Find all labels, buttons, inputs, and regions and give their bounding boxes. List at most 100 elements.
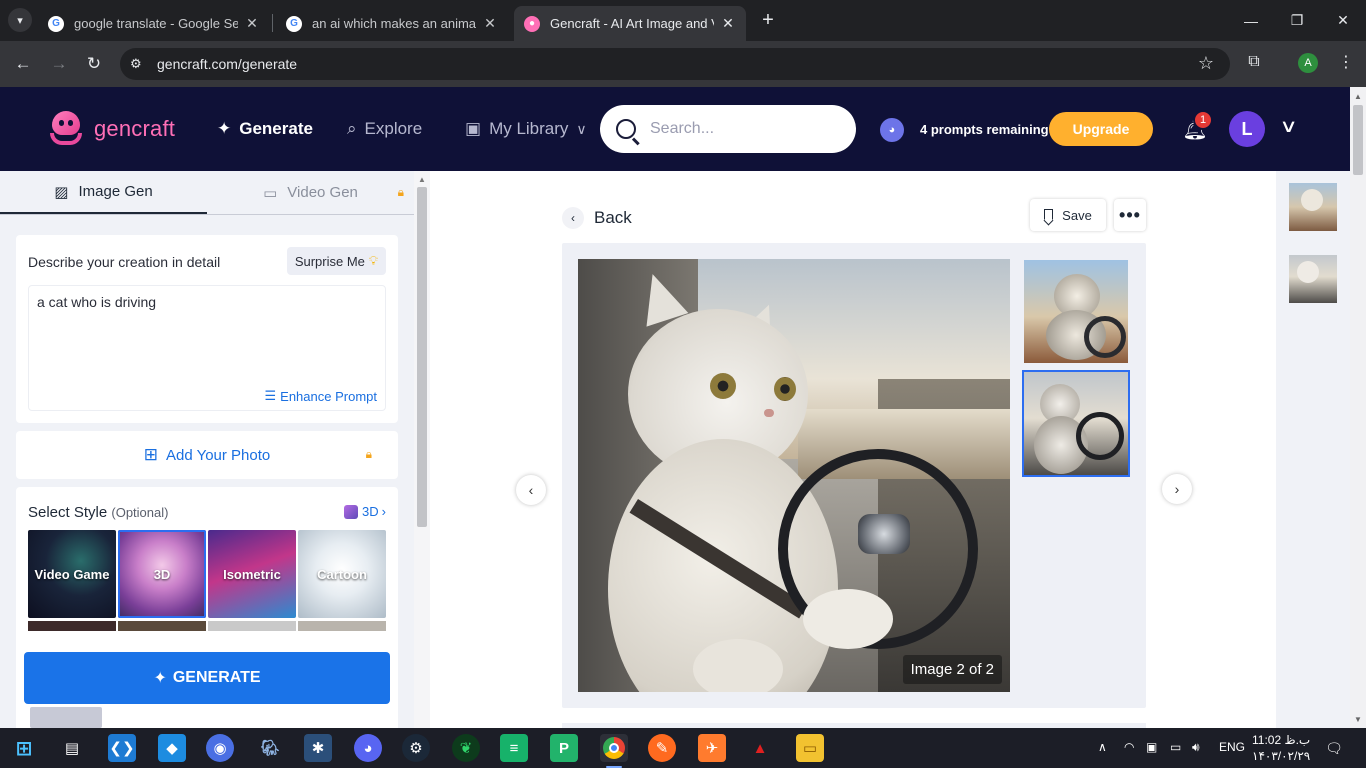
task-view-icon[interactable]: ▤ bbox=[58, 734, 86, 762]
surprise-me-button[interactable]: Surprise Me 💡︎ bbox=[286, 247, 386, 275]
chevron-right-icon: › bbox=[381, 504, 386, 519]
chrome-icon[interactable] bbox=[600, 734, 628, 762]
docker-icon[interactable]: ◆ bbox=[158, 734, 186, 762]
surprise-me-label: Surprise Me bbox=[294, 253, 365, 269]
browser-tab-gencraft[interactable]: ● Gencraft - AI Art Image and Video ✕ bbox=[514, 6, 746, 41]
lock-icon: 🔒︎ bbox=[397, 185, 404, 199]
postgres-icon[interactable]: 🐘︎ bbox=[256, 734, 284, 762]
style-tile-video-game[interactable]: Video Game bbox=[28, 530, 116, 618]
nav-my-library[interactable]: ▣ My Library ∨ bbox=[465, 119, 587, 139]
search-icon: ⌕ bbox=[347, 119, 357, 138]
windows-start-icon[interactable]: ⊞ bbox=[10, 734, 38, 762]
forward-arrow-icon[interactable]: → bbox=[46, 51, 72, 77]
image-thumbnail-2[interactable] bbox=[1022, 370, 1130, 477]
app-icon[interactable]: ≡ bbox=[500, 734, 528, 762]
close-tab-icon[interactable]: ✕ bbox=[244, 15, 260, 32]
recent-thumbnail[interactable] bbox=[30, 707, 102, 728]
style-tile-isometric[interactable]: Isometric bbox=[208, 530, 296, 618]
style-tile-more[interactable] bbox=[28, 621, 116, 631]
close-tab-icon[interactable]: ✕ bbox=[482, 15, 498, 32]
upgrade-button[interactable]: Upgrade bbox=[1049, 112, 1153, 146]
tab-title: google translate - Google Search bbox=[74, 16, 238, 31]
style-label: Cartoon bbox=[317, 566, 367, 582]
enhance-prompt-label: Enhance Prompt bbox=[280, 388, 377, 404]
app-icon[interactable]: P bbox=[550, 734, 578, 762]
style-tile-more[interactable] bbox=[118, 621, 206, 631]
app-icon[interactable]: ✱ bbox=[304, 734, 332, 762]
generate-button[interactable]: ✦ GENERATE bbox=[24, 652, 390, 704]
style-tile-3d[interactable]: 3D bbox=[118, 530, 206, 618]
bookmark-star-icon[interactable]: ☆ bbox=[1198, 53, 1214, 74]
new-tab-button[interactable]: + bbox=[757, 9, 779, 31]
nav-explore[interactable]: ⌕ Explore bbox=[347, 119, 422, 139]
nav-generate[interactable]: ✦ Generate bbox=[217, 119, 313, 139]
gencraft-logo[interactable]: gencraft bbox=[46, 109, 175, 149]
vscode-icon[interactable]: ❮❯ bbox=[108, 734, 136, 762]
more-options-button[interactable]: ••• bbox=[1114, 199, 1146, 231]
selected-style-link[interactable]: 3D › bbox=[344, 504, 386, 519]
left-panel-scrollbar[interactable]: ▲ bbox=[414, 171, 430, 728]
discord-taskbar-icon[interactable]: ◕ bbox=[354, 734, 382, 762]
browser-tab-google-translate[interactable]: G google translate - Google Search ✕ bbox=[38, 6, 270, 41]
gencraft-icon: ● bbox=[524, 15, 540, 32]
back-arrow-icon[interactable]: ← bbox=[10, 51, 36, 77]
browser-menu-icon[interactable]: ⋮ bbox=[1338, 52, 1354, 72]
volume-icon[interactable]: 🔊︎ bbox=[1192, 740, 1200, 755]
previous-image-button[interactable]: ‹ bbox=[516, 475, 546, 505]
browser-tab-ai-animation[interactable]: G an ai which makes an animation ✕ bbox=[276, 6, 508, 41]
taskbar-clock[interactable]: 11:02 ب.ظ ۱۴۰۳/۰۲/۲۹ bbox=[1252, 732, 1310, 764]
app-icon[interactable]: ✎ bbox=[648, 734, 676, 762]
tab-image-gen[interactable]: ▨ Image Gen bbox=[0, 171, 207, 214]
chevron-down-icon[interactable]: ∨ bbox=[1279, 116, 1297, 137]
clock-date: ۱۴۰۳/۰۲/۲۹ bbox=[1252, 749, 1311, 763]
style-tile-cartoon[interactable]: Cartoon bbox=[298, 530, 386, 618]
url-text[interactable]: gencraft.com/generate bbox=[157, 56, 297, 72]
history-thumbnail[interactable] bbox=[1289, 255, 1337, 303]
image-thumbnail-1[interactable] bbox=[1024, 260, 1128, 363]
selected-style-label: 3D bbox=[362, 504, 379, 519]
google-icon: G bbox=[48, 15, 64, 32]
wifi-icon[interactable]: ◠ bbox=[1124, 740, 1134, 754]
mongodb-icon[interactable]: ❦ bbox=[452, 734, 480, 762]
site-info-icon[interactable]: ⚙ bbox=[130, 56, 142, 72]
discord-icon[interactable]: ◕ bbox=[880, 118, 904, 142]
tab-search-button[interactable]: ▾ bbox=[8, 8, 32, 32]
page-scrollbar[interactable]: ▲ ▼ bbox=[1350, 87, 1366, 728]
close-window-button[interactable]: ✕ bbox=[1320, 0, 1366, 41]
nav-generate-label: Generate bbox=[239, 119, 313, 138]
prompt-input[interactable] bbox=[37, 294, 377, 374]
notification-center-icon[interactable]: 🗨︎ bbox=[1322, 736, 1346, 760]
file-explorer-icon[interactable]: ▭ bbox=[796, 734, 824, 762]
enhance-prompt-button[interactable]: ☰ Enhance Prompt bbox=[265, 388, 378, 404]
steam-icon[interactable]: ⚙ bbox=[402, 734, 430, 762]
minimize-button[interactable]: — bbox=[1228, 0, 1274, 41]
add-photo-button[interactable]: ⊞ Add Your Photo 🔒︎ bbox=[16, 431, 398, 479]
browser-profile-avatar[interactable]: A bbox=[1298, 53, 1318, 73]
next-image-button[interactable]: › bbox=[1162, 474, 1192, 504]
reload-icon[interactable]: ↻ bbox=[81, 51, 107, 77]
battery-icon[interactable]: ▭ bbox=[1170, 740, 1181, 754]
extensions-puzzle-icon[interactable]: ⧉ bbox=[1244, 52, 1264, 72]
save-button[interactable]: Save bbox=[1030, 199, 1106, 231]
app-icon[interactable]: ✈ bbox=[698, 734, 726, 762]
language-indicator[interactable]: ENG bbox=[1219, 740, 1245, 754]
app-icon[interactable]: ▲ bbox=[746, 734, 774, 762]
style-tile-more[interactable] bbox=[298, 621, 386, 631]
style-tile-more[interactable] bbox=[208, 621, 296, 631]
browser-tab-bar: ▾ G google translate - Google Search ✕ G… bbox=[0, 0, 1366, 41]
tray-chevron-icon[interactable]: ∧ bbox=[1098, 740, 1107, 754]
address-bar[interactable]: ⚙ gencraft.com/generate ☆ bbox=[120, 48, 1230, 80]
user-avatar[interactable]: L bbox=[1229, 111, 1265, 147]
back-button[interactable]: ‹ Back bbox=[562, 207, 632, 229]
site-search[interactable] bbox=[600, 105, 856, 153]
tray-app-icon[interactable]: ▣ bbox=[1146, 740, 1157, 754]
history-thumbnail[interactable] bbox=[1289, 183, 1337, 231]
browser-toolbar: ← → ↻ ⚙ gencraft.com/generate ☆ bbox=[0, 41, 1366, 87]
tab-video-gen[interactable]: ▭ Video Gen 🔒︎ bbox=[207, 171, 414, 214]
restore-button[interactable]: ❐ bbox=[1274, 0, 1320, 41]
close-tab-icon[interactable]: ✕ bbox=[720, 15, 736, 32]
search-input[interactable] bbox=[650, 120, 830, 138]
generator-panel: ▨ Image Gen ▭ Video Gen 🔒︎ Describe your… bbox=[0, 171, 430, 728]
generated-image[interactable]: Image 2 of 2 bbox=[578, 259, 1010, 692]
app-icon[interactable]: ◉ bbox=[206, 734, 234, 762]
